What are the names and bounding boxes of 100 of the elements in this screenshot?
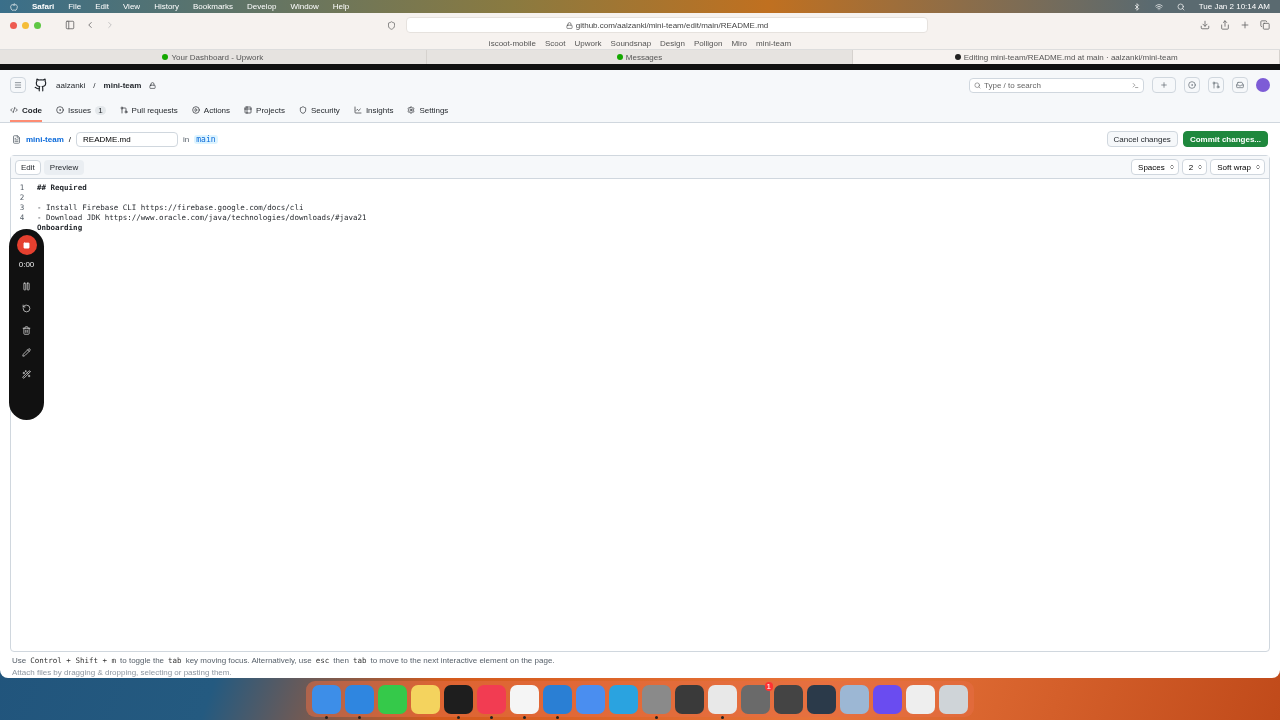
- favorite-link[interactable]: Upwork: [574, 38, 602, 48]
- indent-size-select[interactable]: 2: [1181, 159, 1208, 175]
- inbox-icon: [1236, 81, 1244, 89]
- app-icon[interactable]: [444, 684, 473, 714]
- wifi-icon[interactable]: [1154, 2, 1163, 11]
- favorite-link[interactable]: mini-team: [756, 38, 792, 48]
- hint-text: Use: [12, 655, 27, 665]
- favorite-link[interactable]: Polligon: [694, 38, 723, 48]
- editor-tab[interactable]: Preview: [43, 159, 85, 175]
- favorite-link[interactable]: Scoot: [545, 38, 566, 48]
- hint-text: to toggle the: [120, 655, 165, 665]
- app-icon[interactable]: [774, 684, 803, 714]
- wrap-mode-select[interactable]: Soft wrap: [1210, 159, 1265, 175]
- stop-icon: [23, 241, 30, 249]
- repo-tab[interactable]: Security: [298, 100, 340, 122]
- repo-tab[interactable]: Issues 1: [56, 100, 106, 122]
- app-icon[interactable]: [939, 684, 968, 714]
- repo-tab[interactable]: Code: [10, 100, 42, 122]
- terminal-icon[interactable]: [1132, 81, 1139, 89]
- filename-field[interactable]: README.md: [76, 131, 179, 147]
- github-logo-icon[interactable]: [34, 78, 48, 92]
- menu-item[interactable]: Safari: [32, 2, 55, 11]
- app-icon[interactable]: 1: [741, 684, 770, 714]
- shield-icon: [298, 106, 307, 114]
- menu-item[interactable]: Bookmarks: [193, 2, 234, 11]
- repo-link[interactable]: mini-team: [26, 134, 64, 144]
- file-icon: [12, 134, 21, 144]
- menu-item[interactable]: View: [122, 2, 141, 11]
- shield-icon[interactable]: [387, 20, 396, 30]
- new-tab-icon[interactable]: [1240, 20, 1250, 30]
- chevron-icon: [1168, 164, 1175, 170]
- back-icon[interactable]: [85, 20, 95, 30]
- lock-icon: [149, 81, 157, 89]
- branch-label: main: [194, 134, 218, 144]
- repo-name[interactable]: mini-team: [103, 80, 142, 90]
- app-icon[interactable]: [708, 684, 737, 714]
- search-icon[interactable]: [1176, 2, 1185, 11]
- commit-button[interactable]: Commit changes...: [1182, 131, 1268, 147]
- stop-button[interactable]: [16, 235, 37, 255]
- chevron-icon: [1255, 164, 1261, 170]
- delete-icon[interactable]: [22, 326, 31, 335]
- site-icon: [162, 54, 169, 60]
- editor-tab[interactable]: Edit: [15, 159, 41, 175]
- window-controls[interactable]: [10, 21, 41, 29]
- menu-item[interactable]: Develop: [247, 2, 277, 11]
- favorite-link[interactable]: Design: [660, 38, 685, 48]
- issue-count: 1: [95, 105, 106, 115]
- repo-tab[interactable]: Insights: [353, 100, 394, 122]
- share-icon[interactable]: [1220, 20, 1230, 30]
- pencil-icon[interactable]: [22, 348, 31, 357]
- settings-icon: [407, 106, 416, 114]
- menu-item[interactable]: History: [154, 2, 179, 11]
- wand-icon[interactable]: [22, 370, 31, 379]
- repo-tab[interactable]: Pull requests: [119, 100, 178, 122]
- chevron-icon: [1197, 164, 1204, 170]
- repo-owner[interactable]: aalzanki: [56, 80, 86, 90]
- app-icon[interactable]: [807, 684, 836, 714]
- in-label: in: [183, 134, 190, 144]
- menu-item[interactable]: File: [68, 2, 82, 11]
- app-icon[interactable]: [906, 684, 935, 714]
- repo-tab[interactable]: Actions: [191, 100, 231, 122]
- path-separator: /: [68, 134, 72, 144]
- app-icon[interactable]: [675, 684, 704, 714]
- avatar[interactable]: [1256, 78, 1270, 92]
- create-button[interactable]: [1152, 77, 1176, 93]
- sidebar-icon[interactable]: [65, 20, 75, 30]
- breadcrumb-separator: /: [93, 80, 96, 90]
- app-icon[interactable]: [510, 684, 539, 714]
- recording-time: 0:00: [18, 260, 35, 269]
- repo-tab[interactable]: Projects: [244, 100, 285, 122]
- download-icon[interactable]: [1200, 20, 1210, 30]
- play-icon: [191, 106, 200, 114]
- app-icon[interactable]: [411, 684, 440, 714]
- search-icon: [974, 81, 981, 89]
- menu-item[interactable]: Help: [332, 2, 350, 11]
- apple-logo-icon[interactable]: [10, 2, 18, 11]
- menu-item[interactable]: Window: [290, 2, 319, 11]
- repo-tab[interactable]: Settings: [407, 100, 449, 122]
- favorite-link[interactable]: Soundsnap: [610, 38, 652, 48]
- pull-request-icon: [119, 106, 128, 114]
- favorite-link[interactable]: iscoot-mobile: [488, 38, 536, 48]
- pull-requests-button[interactable]: [1208, 77, 1224, 93]
- menu-item[interactable]: Edit: [95, 2, 109, 11]
- issues-button[interactable]: [1184, 77, 1200, 93]
- indent-mode-select[interactable]: Spaces: [1131, 159, 1179, 175]
- favorite-link[interactable]: Miro: [731, 38, 747, 48]
- browser-tab[interactable]: Editing mini-team/README.md at main · aalzanki/mini-team: [853, 50, 1280, 64]
- tabs-overview-icon[interactable]: [1260, 20, 1270, 30]
- address-bar[interactable]: github.com/aalzanki/mini-team/edit/main/README.md: [406, 17, 928, 33]
- pause-icon[interactable]: [22, 282, 31, 291]
- cancel-button[interactable]: Cancel changes: [1106, 131, 1178, 147]
- chart-icon: [353, 106, 362, 114]
- restart-icon[interactable]: [22, 304, 31, 313]
- plus-icon: [1160, 81, 1168, 89]
- lock-icon: [565, 21, 573, 29]
- bluetooth-icon[interactable]: [1132, 2, 1141, 11]
- inbox-button[interactable]: [1232, 77, 1248, 93]
- search-field[interactable]: Type / to search: [969, 77, 1144, 93]
- menu-button[interactable]: [10, 77, 26, 93]
- menu-clock[interactable]: Tue Jan 2 10:14 AM: [1198, 2, 1270, 11]
